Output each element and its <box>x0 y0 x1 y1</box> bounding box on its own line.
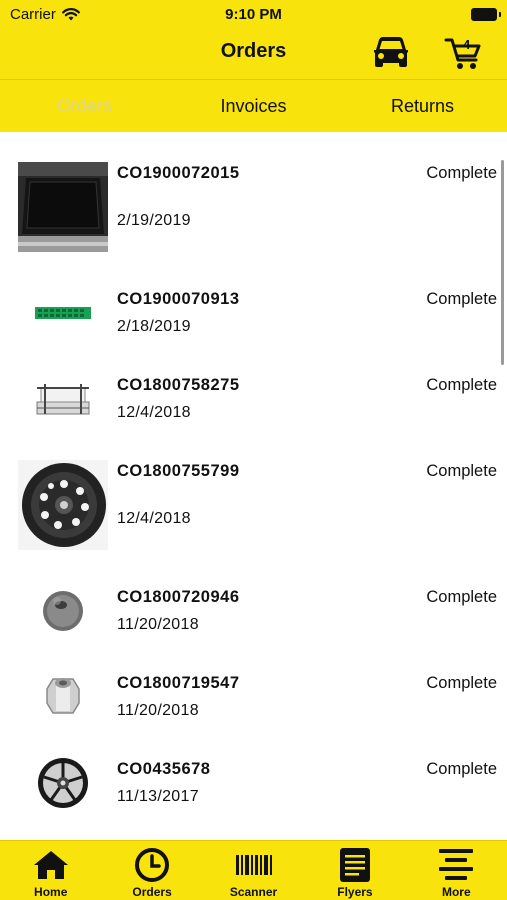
order-date: 12/4/2018 <box>117 510 191 527</box>
clock-icon <box>132 847 172 883</box>
page-title: Orders <box>220 40 287 62</box>
order-status: Complete <box>426 376 497 394</box>
tab-returns[interactable]: Returns <box>338 80 507 132</box>
order-number: CO1800755799 <box>117 462 240 480</box>
order-row[interactable]: CO1900072015 2/19/2019 Complete <box>0 162 507 262</box>
order-date: 12/4/2018 <box>117 404 191 421</box>
order-row[interactable]: CO1800755799 12/4/2018 Complete <box>0 460 507 560</box>
order-number: CO1900072015 <box>117 164 240 182</box>
order-date: 2/19/2019 <box>117 212 191 229</box>
alloy-wheel-icon <box>18 738 108 828</box>
order-number: CO1900070913 <box>117 290 240 308</box>
tab-bar: Home Orders Scanner Flyers More <box>0 840 507 900</box>
order-date: 11/20/2018 <box>117 616 199 633</box>
vehicle-button[interactable] <box>370 34 412 72</box>
order-number: CO1800720946 <box>117 588 240 606</box>
status-time: 9:10 PM <box>225 6 282 23</box>
tab-invoices[interactable]: Invoices <box>169 80 338 132</box>
order-row[interactable]: CO0435678 11/13/2017 Complete <box>0 738 507 818</box>
order-date: 2/18/2019 <box>117 318 191 335</box>
order-date: 11/20/2018 <box>117 702 199 719</box>
cart-count-badge: 4 <box>463 37 471 52</box>
tab-orders[interactable]: Orders <box>0 80 169 132</box>
flyer-icon <box>335 847 375 883</box>
tab-bar-label: More <box>441 885 471 899</box>
order-row[interactable]: CO1800720946 11/20/2018 Complete <box>0 566 507 646</box>
status-bar: Carrier 9:10 PM <box>0 0 507 28</box>
tab-bar-home[interactable]: Home <box>0 841 101 900</box>
order-status: Complete <box>426 462 497 480</box>
cargo-bar-icon <box>18 354 108 444</box>
order-list[interactable]: CO1900072015 2/19/2019 Complete CO190007… <box>0 132 507 840</box>
tab-bar-orders[interactable]: Orders <box>101 841 202 900</box>
segment-tabs: Orders Invoices Returns <box>0 80 507 132</box>
order-date: 11/13/2017 <box>117 788 199 805</box>
battery-icon <box>471 8 501 21</box>
lug-nut-icon <box>18 652 108 742</box>
steel-wheel-icon <box>18 460 108 550</box>
order-status: Complete <box>426 164 497 182</box>
order-status: Complete <box>426 290 497 308</box>
connector-icon <box>18 268 108 358</box>
order-row[interactable]: CO1800719547 11/20/2018 Complete <box>0 652 507 732</box>
order-status: Complete <box>426 760 497 778</box>
order-number: CO1800719547 <box>117 674 240 692</box>
hub-cap-icon <box>18 566 108 656</box>
tab-bar-label: Scanner <box>229 885 278 899</box>
car-icon <box>374 37 408 67</box>
tab-bar-label: Home <box>34 885 68 899</box>
order-status: Complete <box>426 588 497 606</box>
tab-bar-flyers[interactable]: Flyers <box>304 841 405 900</box>
barcode-icon <box>234 847 274 883</box>
order-row[interactable]: CO1900070913 2/18/2019 Complete <box>0 268 507 348</box>
tab-bar-label: Orders <box>132 885 172 899</box>
home-icon <box>31 847 71 883</box>
scroll-indicator[interactable] <box>501 160 504 365</box>
tab-bar-label: Flyers <box>337 885 373 899</box>
order-status: Complete <box>426 674 497 692</box>
tab-bar-more[interactable]: More <box>406 841 507 900</box>
order-number: CO0435678 <box>117 760 211 778</box>
menu-icon <box>436 847 476 883</box>
nav-bar: Orders 4 <box>0 28 507 80</box>
order-number: CO1800758275 <box>117 376 240 394</box>
order-row[interactable]: CO1800758275 12/4/2018 Complete <box>0 354 507 434</box>
cart-button[interactable]: 4 <box>444 34 484 72</box>
tab-bar-scanner[interactable]: Scanner <box>203 841 304 900</box>
cargo-liner-icon <box>18 162 108 252</box>
